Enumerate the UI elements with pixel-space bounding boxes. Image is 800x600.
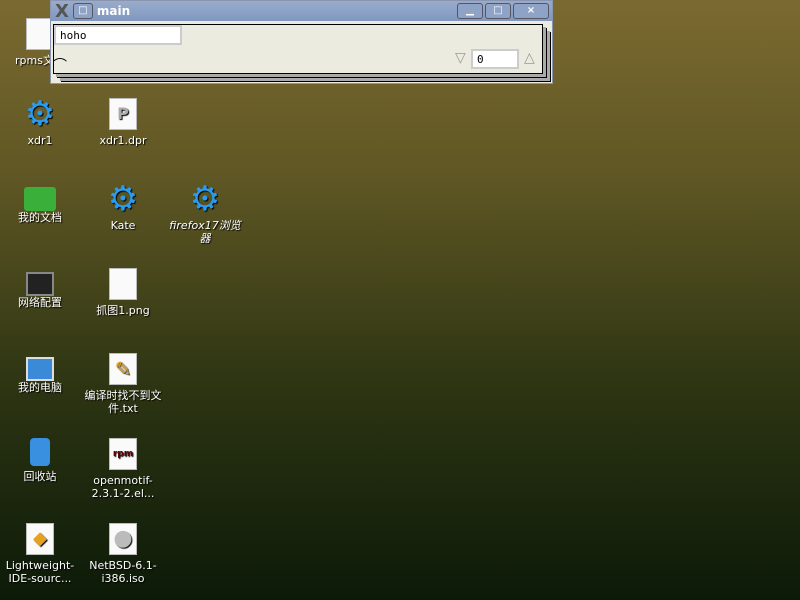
desktop-icon-xdr1[interactable]: ⚙ xdr1 xyxy=(0,94,80,147)
gear-icon: ⚙ xyxy=(24,94,56,134)
title-bar[interactable]: X □ main ▁ □ × xyxy=(51,0,552,22)
desktop-icon-lightweight-ide[interactable]: ◆ Lightweight-IDE-sourc... xyxy=(0,523,80,585)
monitor-icon xyxy=(26,272,54,296)
desktop-icon-txt[interactable]: ✎ 编译时找不到文件.txt xyxy=(83,353,163,415)
desktop-icon-my-computer[interactable]: 我的电脑 xyxy=(0,353,80,394)
x-icon: X xyxy=(55,0,69,22)
spin-up-button[interactable]: △ xyxy=(524,50,535,66)
gear-icon: ⚙ xyxy=(107,179,139,219)
main-window: X □ main ▁ □ × ⌒ ▽ △ xyxy=(50,0,553,84)
close-button[interactable]: × xyxy=(513,3,549,19)
desktop-icon-openmotif[interactable]: rpm openmotif-2.3.1-2.el... xyxy=(83,438,163,500)
rpm-icon: rpm xyxy=(109,438,137,470)
text-file-icon: ✎ xyxy=(109,353,137,385)
desktop-icon-xdr1-dpr[interactable]: Pxdr1.dpr xyxy=(83,98,163,147)
desktop-icon-kate[interactable]: ⚙ Kate xyxy=(83,179,163,232)
minimize-button[interactable]: ▁ xyxy=(457,3,483,19)
desktop-icon-screenshot-png[interactable]: 抓图1.png xyxy=(83,268,163,317)
gear-icon: ⚙ xyxy=(189,179,221,219)
desktop-icon-firefox[interactable]: ⚙ firefox17浏览器 xyxy=(165,179,245,245)
desktop: rpms文件 ⚙ xdr1 Pxdr1.dpr 我的文档 ⚙ Kate ⚙ firef… xyxy=(0,0,800,600)
folder-icon xyxy=(24,187,56,211)
spin-value-field[interactable] xyxy=(471,49,519,69)
file-icon: P xyxy=(109,98,137,130)
spin-down-button[interactable]: ▽ xyxy=(455,50,466,66)
trash-icon xyxy=(30,438,50,466)
maximize-button[interactable]: □ xyxy=(485,3,511,19)
desktop-icon-recycle-bin[interactable]: 回收站 xyxy=(0,438,80,483)
text-field[interactable] xyxy=(54,25,182,45)
desktop-icon-network-config[interactable]: 网络配置 xyxy=(0,268,80,309)
dial-icon: ⌒ xyxy=(53,58,67,74)
disc-icon: ● xyxy=(109,523,137,555)
image-icon xyxy=(109,268,137,300)
desktop-icon-my-documents[interactable]: 我的文档 xyxy=(0,183,80,224)
window-title: main xyxy=(96,4,131,18)
package-icon: ◆ xyxy=(26,523,54,555)
computer-icon xyxy=(26,357,54,381)
window-menu-button[interactable]: □ xyxy=(72,3,93,19)
desktop-icon-netbsd-iso[interactable]: ● NetBSD-6.1-i386.iso xyxy=(83,523,163,585)
